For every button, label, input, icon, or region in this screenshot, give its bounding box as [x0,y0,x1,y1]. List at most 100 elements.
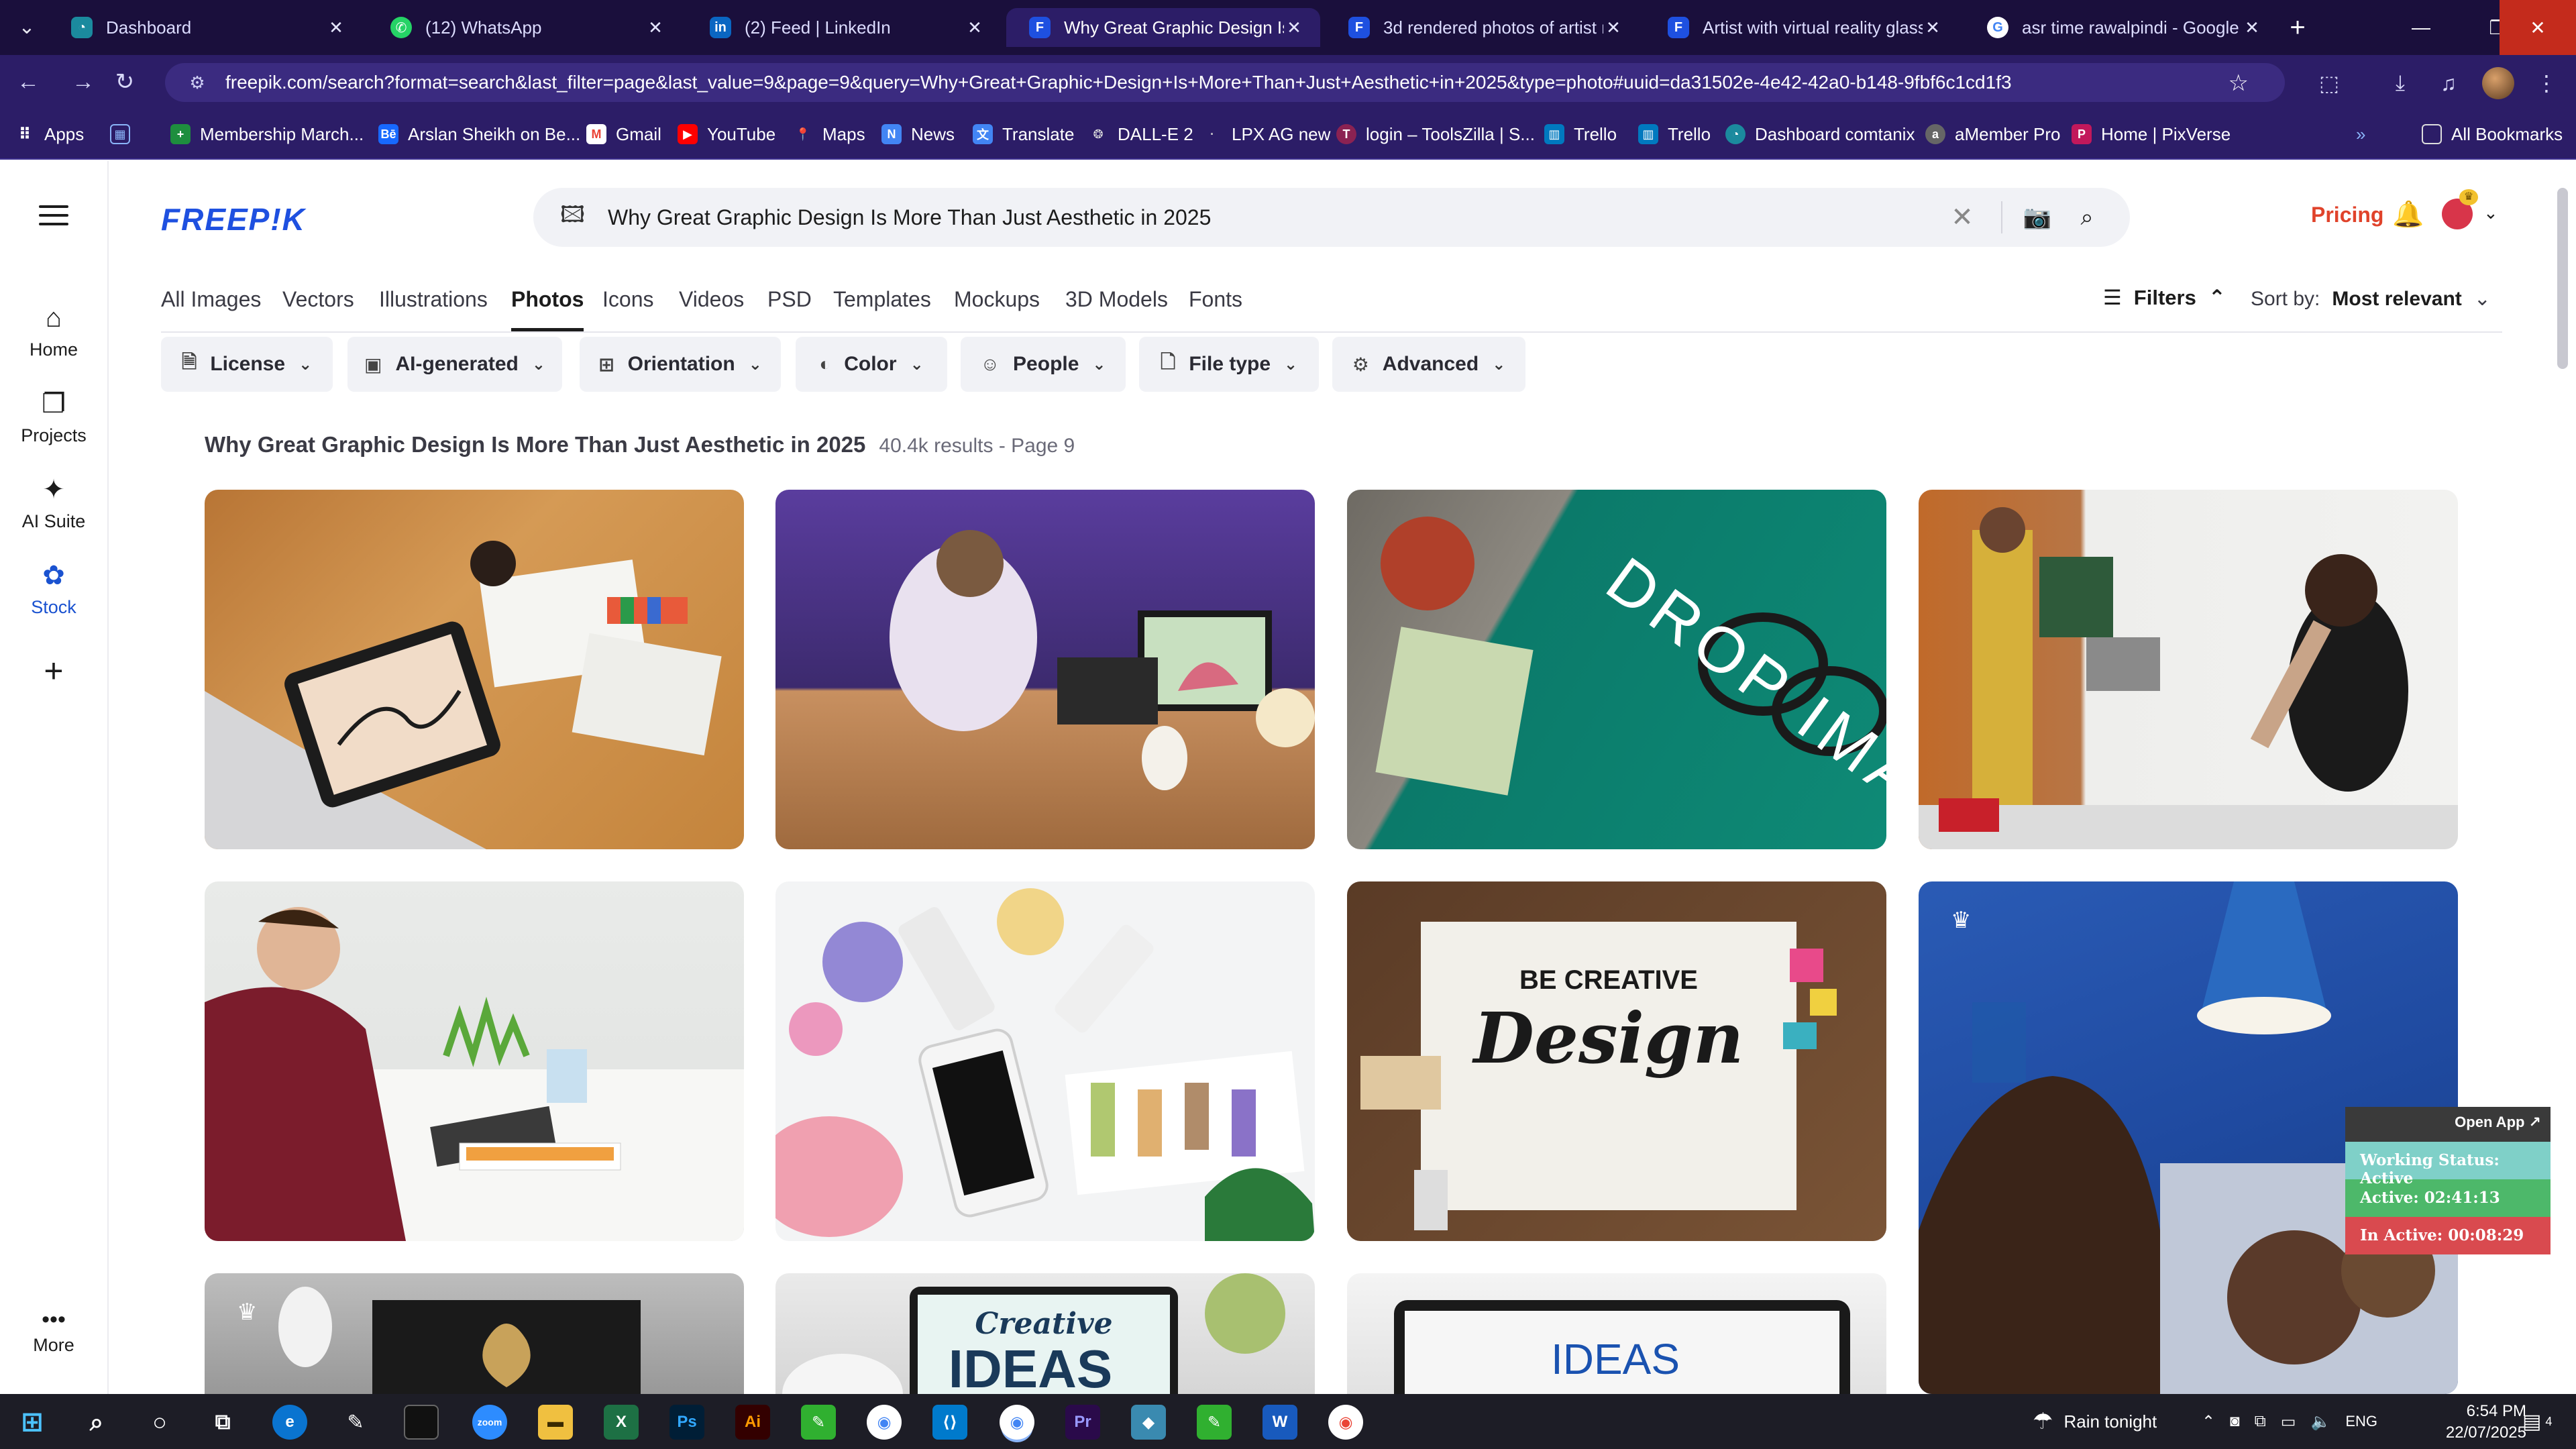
pen-icon[interactable]: ✎ [338,1405,373,1440]
edge-icon[interactable]: e [272,1405,307,1440]
close-icon[interactable]: ✕ [1923,17,1943,38]
bookmark-apps[interactable]: ⠿ Apps [15,121,85,148]
tab-psd[interactable]: PSD [767,284,812,331]
user-avatar[interactable]: ♛ [2442,189,2478,229]
chrome-icon[interactable]: ◉ [867,1405,902,1440]
capture-icon[interactable]: ⧉ [2255,1412,2266,1431]
bookmark-trello-1[interactable]: ▥ Trello [1544,121,1617,148]
tab-3d-models[interactable]: 3D Models [1065,284,1168,331]
task-view-icon[interactable]: ⧉ [205,1405,240,1440]
bookmark-pixverse[interactable]: P Home | PixVerse [2072,121,2231,148]
filter-license[interactable]: 🗎 License ⌄ [161,337,333,392]
filter-advanced[interactable]: ⚙ Advanced ⌄ [1332,337,1525,392]
tab-freepik-3d[interactable]: F 3d rendered photos of artist m ✕ [1326,8,1640,47]
tab-photos[interactable]: Photos [511,284,584,331]
bookmark-gmail[interactable]: M Gmail [586,121,661,148]
bookmark-dalle[interactable]: ❂ DALL-E 2 [1088,121,1193,148]
close-window-button[interactable]: ✕ [2500,0,2576,55]
sidebar-item-projects[interactable]: ❐ Projects [0,388,107,462]
windows-start-icon[interactable]: ⊞ [15,1405,50,1440]
cortana-icon[interactable]: ○ [142,1405,177,1440]
file-explorer-icon[interactable]: ▬ [538,1405,573,1440]
photo-result-tablet-drawing[interactable] [205,490,744,849]
tab-all-images[interactable]: All Images [161,284,261,331]
tab-mockups[interactable]: Mockups [954,284,1040,331]
excel-icon[interactable]: X [604,1405,639,1440]
sidebar-item-stock[interactable]: ✿ Stock [0,559,107,633]
minimize-button[interactable]: — [2383,0,2459,55]
bookmark-translate[interactable]: 文 Translate [973,121,1074,148]
download-icon[interactable]: ⤓ [2385,68,2415,98]
photo-result-be-creative-design[interactable]: BE CREATIVE Design [1347,881,1886,1241]
app-green-2-icon[interactable]: ✎ [1197,1405,1232,1440]
filters-toggle-button[interactable]: ☰ Filters ⌃ [2103,286,2226,310]
open-app-button[interactable]: Open App ↗ [2345,1107,2551,1142]
chrome-active-icon[interactable]: ◉ [1000,1405,1034,1440]
bell-icon[interactable]: 🔔 [2392,200,2424,229]
tab-linkedin[interactable]: in (2) Feed | LinkedIn ✕ [687,8,1001,47]
camera-search-icon[interactable]: 📷 [2021,204,2053,231]
chrome-2-icon[interactable]: ◉ [1328,1405,1363,1440]
weather-widget[interactable]: ☂ Rain tonight [2033,1394,2157,1449]
network-icon[interactable]: ▭ [2281,1412,2296,1432]
filter-ai-generated[interactable]: ▣ AI-generated ⌄ [347,337,562,392]
sidebar-item-add[interactable]: + [0,654,107,729]
tab-vectors[interactable]: Vectors [282,284,354,331]
page-scrollbar[interactable] [2557,188,2568,369]
tab-freepik-vr[interactable]: F Artist with virtual reality glasses ✕ [1645,8,1959,47]
tab-dashboard[interactable]: ◔ Dashboard ✕ [48,8,362,47]
terminal-icon[interactable] [404,1405,439,1440]
tab-google[interactable]: G asr time rawalpindi - Google Se ✕ [1964,8,2278,47]
more-bookmarks-chevron-icon[interactable]: » [2356,121,2365,148]
photoshop-icon[interactable]: Ps [669,1405,704,1440]
new-tab-button[interactable]: + [2281,11,2314,44]
camera-tray-icon[interactable]: ◙ [2230,1412,2240,1431]
photo-result-artists-studio[interactable] [1919,490,2458,849]
language-indicator[interactable]: ENG [2345,1413,2377,1430]
bookmark-news[interactable]: N News [881,121,955,148]
url-bar[interactable]: ⚙ freepik.com/search?format=search&last_… [165,63,2285,102]
bookmark-youtube[interactable]: ▶ YouTube [678,121,775,148]
sidebar-item-more[interactable]: ••• More [0,1308,107,1383]
filter-orientation[interactable]: ⊞ Orientation ⌄ [580,337,781,392]
tab-freepik-current[interactable]: F Why Great Graphic Design Is M ✕ [1006,8,1320,47]
sort-dropdown[interactable]: Sort by: Most relevant ⌄ [2251,287,2491,311]
filter-file-type[interactable]: 🗋 File type ⌄ [1139,337,1319,392]
back-arrow-icon[interactable]: ← [11,64,46,99]
close-icon[interactable]: ✕ [326,17,346,38]
clock[interactable]: 6:54 PM 22/07/2025 [2426,1401,2526,1444]
bookmark-trello-2[interactable]: ▥ Trello [1638,121,1711,148]
chevron-up-icon[interactable]: ⌃ [2202,1412,2215,1432]
close-icon[interactable]: ✕ [645,17,665,38]
illustrator-icon[interactable]: Ai [735,1405,770,1440]
freepik-logo[interactable]: FREEP!K [161,201,306,237]
search-bar[interactable]: 🖾 Why Great Graphic Design Is More Than … [533,188,2130,247]
photo-result-designer-desk[interactable] [775,490,1315,849]
filter-color[interactable]: ◐ Color ⌄ [796,337,947,392]
pricing-link[interactable]: Pricing [2311,203,2383,227]
bookmark-grid[interactable]: ▦ [110,121,140,148]
app-blue-icon[interactable]: ◆ [1131,1405,1166,1440]
all-bookmarks-folder[interactable]: All Bookmarks [2422,121,2563,148]
site-info-icon[interactable]: ⚙ [185,70,209,95]
tab-icons[interactable]: Icons [602,284,653,331]
bookmark-membership[interactable]: + Membership March... [170,121,364,148]
close-icon[interactable]: ✕ [1284,17,1304,38]
close-icon[interactable]: ✕ [1603,17,1623,38]
hamburger-menu-icon[interactable] [39,205,68,225]
close-icon[interactable]: ✕ [2242,17,2262,38]
bookmark-star-icon[interactable]: ☆ [2229,70,2249,97]
word-icon[interactable]: W [1263,1405,1297,1440]
volume-icon[interactable]: 🔈 [2310,1412,2330,1432]
bookmark-dashboard-comtanix[interactable]: ◔ Dashboard comtanix [1725,121,1915,148]
photo-result-drop-image-mockup[interactable]: DROP IMAGE [1347,490,1886,849]
premiere-icon[interactable]: Pr [1065,1405,1100,1440]
browser-profile-avatar[interactable] [2482,67,2514,99]
photo-result-phone-paints[interactable] [775,881,1315,1241]
photo-result-desk-lamp[interactable]: ♛ [205,1273,744,1394]
clear-search-icon[interactable]: ✕ [1942,202,1982,233]
search-input[interactable]: Why Great Graphic Design Is More Than Ju… [608,205,1942,230]
bookmark-maps[interactable]: 📍 Maps [793,121,865,148]
bookmark-behance[interactable]: Bē Arslan Sheikh on Be... [378,121,580,148]
search-icon[interactable]: ⌕ [2071,205,2103,231]
